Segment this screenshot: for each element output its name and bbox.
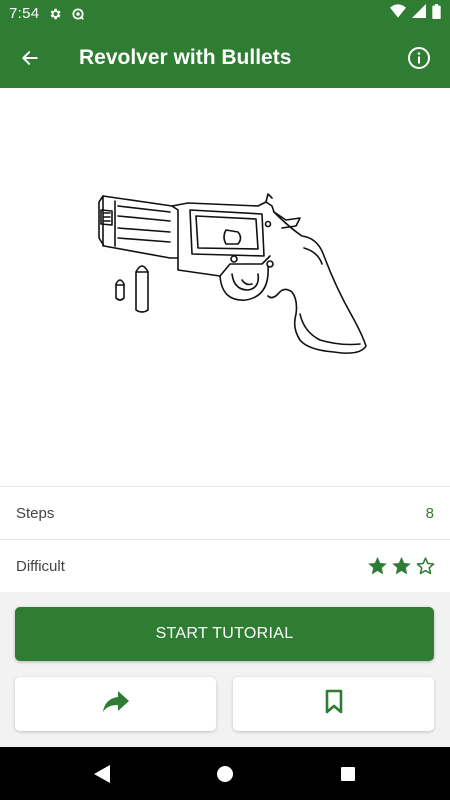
star-filled-icon: [391, 556, 412, 576]
steps-label: Steps: [16, 504, 55, 522]
star-filled-icon: [367, 556, 388, 576]
share-icon: [102, 690, 129, 718]
battery-icon: [432, 3, 441, 24]
revolver-drawing: [98, 193, 367, 354]
system-nav-bar: [0, 747, 450, 800]
status-bar: 7:54: [0, 0, 450, 27]
bookmark-icon: [324, 689, 344, 720]
start-tutorial-label: START TUTORIAL: [155, 625, 294, 642]
steps-row: Steps 8: [0, 486, 450, 539]
gear-icon: [48, 7, 62, 21]
tutorial-preview-image: [0, 88, 450, 486]
bookmark-button[interactable]: [233, 677, 434, 731]
share-button[interactable]: [15, 677, 216, 731]
difficulty-rating: [367, 556, 436, 576]
page-title: Revolver with Bullets: [79, 45, 292, 69]
arrow-back-icon[interactable]: [18, 46, 42, 70]
difficulty-row: Difficult: [0, 539, 450, 592]
status-time: 7:54: [9, 5, 40, 22]
star-outline-icon: [415, 556, 436, 576]
app-bar: Revolver with Bullets: [0, 27, 450, 88]
back-triangle-icon[interactable]: [82, 754, 122, 794]
sync-icon: [71, 7, 85, 21]
wifi-icon: [390, 4, 406, 23]
start-tutorial-button[interactable]: START TUTORIAL: [15, 607, 434, 661]
recents-square-icon[interactable]: [328, 754, 368, 794]
home-circle-icon[interactable]: [205, 754, 245, 794]
signal-icon: [412, 4, 426, 23]
difficulty-label: Difficult: [16, 557, 65, 575]
info-icon[interactable]: [406, 45, 432, 71]
steps-value: 8: [425, 504, 434, 522]
